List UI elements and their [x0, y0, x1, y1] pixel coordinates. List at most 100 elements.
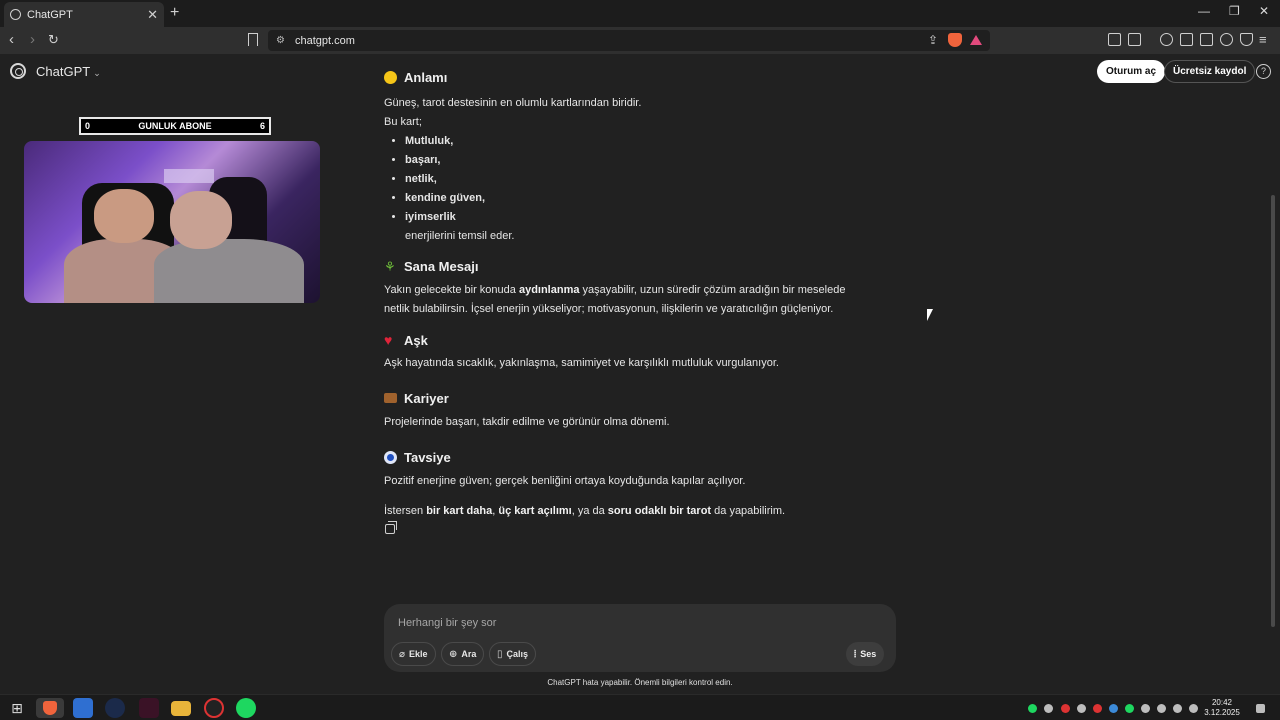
brave-rewards-icon[interactable] — [970, 35, 982, 45]
clock-date: 3.12.2025 — [1204, 708, 1240, 717]
meaning-list: Mutluluk, başarı, netlik, kendine güven,… — [384, 132, 864, 227]
clock-time: 20:42 — [1211, 698, 1233, 707]
address-bar[interactable]: ⚙ chatgpt.com ⇪ — [268, 30, 990, 51]
tray-network-icon[interactable] — [1157, 704, 1166, 713]
login-button[interactable]: Oturum aç — [1097, 60, 1166, 83]
section-heading-meaning: Anlamı — [384, 67, 864, 87]
copy-icon[interactable] — [385, 521, 397, 534]
list-item: iyimserlik — [405, 208, 864, 227]
briefcase-icon — [384, 393, 397, 403]
book-icon: ▯ — [497, 648, 503, 660]
taskbar-explorer-icon[interactable] — [171, 701, 191, 716]
tab-title: ChatGPT — [27, 8, 73, 21]
tray-mic-icon[interactable] — [1061, 704, 1070, 713]
nazar-eye-icon — [384, 450, 397, 464]
paragraph: Pozitif enerjine güven; gerçek benliğini… — [384, 475, 746, 487]
composer: ⌀Ekle ⊕Ara ▯Çalış ⦙Ses — [384, 604, 896, 672]
taskbar-obs-icon[interactable] — [204, 698, 224, 718]
list-item: Mutluluk, — [405, 132, 864, 151]
notification-icon[interactable] — [1256, 704, 1265, 713]
globe-icon: ⊕ — [449, 648, 458, 660]
list-item: başarı, — [405, 151, 864, 170]
sidebar-icon[interactable] — [1180, 33, 1193, 46]
prompt-input[interactable] — [396, 612, 836, 634]
section-heading-career: Kariyer — [384, 388, 864, 408]
paragraph: Projelerinde başarı, takdir edilme ve gö… — [384, 416, 670, 428]
url-text: chatgpt.com — [294, 34, 355, 47]
share-icon[interactable]: ⇪ — [928, 33, 938, 47]
chatgpt-favicon-icon — [10, 9, 21, 20]
restore-icon[interactable]: ❐ — [1229, 4, 1240, 18]
section-heading-message: ⚘ Sana Mesajı — [384, 258, 479, 274]
counter-right: 6 — [259, 121, 265, 131]
tray-microphone-icon[interactable] — [1141, 704, 1150, 713]
tray-spotify-icon[interactable] — [1028, 704, 1037, 713]
scrollbar[interactable] — [1271, 195, 1275, 627]
paragraph: Bu kart; — [384, 116, 422, 128]
brave-shields-icon[interactable] — [948, 33, 962, 47]
bookmark-icon[interactable] — [248, 33, 258, 46]
taskbar-valorant-icon[interactable] — [139, 698, 159, 718]
section-heading-love: ♥ Aşk — [384, 331, 428, 348]
tray-chrome-icon[interactable] — [1077, 704, 1086, 713]
close-window-icon[interactable]: ✕ — [1259, 4, 1269, 18]
forward-icon[interactable]: › — [30, 31, 35, 48]
seedling-icon: ⚘ — [384, 258, 396, 274]
heart-icon: ♥ — [384, 331, 393, 348]
system-clock[interactable]: 20:42 3.12.2025 — [1200, 698, 1244, 718]
search-button[interactable]: ⊕ Ara — [441, 642, 485, 666]
waveform-icon: ⦙ — [854, 648, 857, 660]
wallet-icon[interactable] — [1200, 33, 1213, 46]
attach-button[interactable]: ⌀ Ekle — [391, 642, 436, 666]
list-item: netlik, — [405, 170, 864, 189]
close-tab-icon[interactable]: ✕ — [147, 7, 158, 23]
browser-toolbar: ‹ › ↻ ⚙ chatgpt.com ⇪ ≡ — [0, 27, 1280, 54]
section-heading-advice: Tavsiye — [384, 447, 864, 467]
paperclip-icon: ⌀ — [399, 648, 406, 660]
paragraph: enerjilerini temsil eder. — [405, 230, 515, 242]
paragraph: Güneş, tarot destesinin en olumlu kartla… — [384, 97, 642, 109]
taskbar-store-icon[interactable] — [73, 698, 93, 718]
browser-tab-chatgpt[interactable]: ChatGPT ✕ — [4, 2, 164, 27]
tray-steam-icon[interactable] — [1109, 704, 1118, 713]
back-icon[interactable]: ‹ — [9, 31, 14, 48]
sun-icon — [384, 70, 397, 84]
list-item: kendine güven, — [405, 189, 864, 208]
chevron-down-icon: ⌄ — [93, 68, 101, 78]
signup-button[interactable]: Ücretsiz kaydol — [1164, 60, 1256, 83]
assistant-response: Anlamı Güneş, tarot destesinin en olumlu… — [384, 67, 864, 521]
start-icon[interactable]: ⊞ — [7, 698, 27, 718]
tray-record-icon[interactable] — [1093, 704, 1102, 713]
taskbar-steam-icon[interactable] — [105, 698, 125, 718]
study-button[interactable]: ▯ Çalış — [489, 642, 537, 666]
taskbar-spotify-icon[interactable] — [236, 698, 256, 718]
new-tab-icon[interactable]: + — [170, 4, 179, 22]
menu-icon[interactable]: ≡ — [1259, 32, 1267, 47]
paragraph: Yakın gelecekte bir konuda aydınlanma ya… — [384, 284, 846, 315]
subscriber-counter: 0 GUNLUK ABONE 6 — [79, 117, 271, 135]
media-icon[interactable] — [1160, 33, 1173, 46]
browser-tab-bar: ChatGPT ✕ + — ❐ ✕ — [0, 0, 1280, 27]
tray-volume-icon[interactable] — [1173, 704, 1182, 713]
reload-icon[interactable]: ↻ — [48, 32, 59, 48]
vpn-shield-icon[interactable] — [1240, 33, 1253, 46]
tab-search-icon[interactable] — [1128, 33, 1141, 46]
voice-button[interactable]: ⦙ Ses — [846, 642, 885, 666]
model-selector[interactable]: ChatGPT ⌄ — [36, 64, 101, 79]
mouse-cursor — [927, 309, 933, 321]
help-icon[interactable]: ? — [1256, 64, 1271, 79]
chatgpt-logo-icon[interactable] — [10, 63, 26, 79]
counter-left: 0 — [85, 121, 91, 131]
leo-ai-icon[interactable] — [1220, 33, 1233, 46]
paragraph: Aşk hayatında sıcaklık, yakınlaşma, sami… — [384, 357, 779, 369]
tray-nvidia-icon[interactable] — [1125, 704, 1134, 713]
counter-label: GUNLUK ABONE — [138, 121, 212, 131]
closing-paragraph: İstersen bir kart daha, üç kart açılımı,… — [384, 505, 786, 517]
site-info-icon[interactable]: ⚙ — [276, 35, 285, 46]
tray-app-icon[interactable] — [1044, 704, 1053, 713]
webcam-feed — [24, 141, 320, 303]
minimize-icon[interactable]: — — [1198, 4, 1210, 18]
tray-display-icon[interactable] — [1189, 704, 1198, 713]
disclaimer: ChatGPT hata yapabilir. Önemli bilgileri… — [547, 678, 733, 687]
extensions-icon[interactable] — [1108, 33, 1121, 46]
